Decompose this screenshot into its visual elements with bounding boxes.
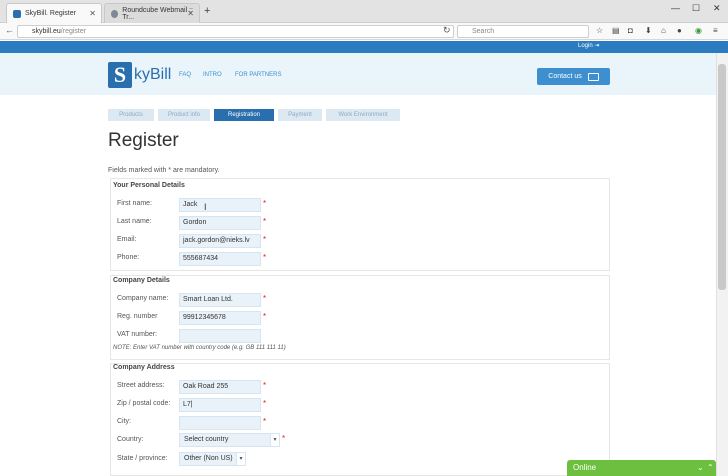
required-mark: * [263, 399, 267, 408]
back-arrow-icon[interactable]: ← [5, 25, 14, 35]
street-address-field[interactable]: Oak Road 255 [179, 380, 261, 394]
new-tab-icon[interactable]: + [204, 5, 210, 17]
skybill-logo[interactable]: S [108, 62, 132, 88]
city-field[interactable] [179, 416, 261, 430]
vat-number-field[interactable] [179, 329, 261, 343]
required-mark: * [263, 417, 267, 426]
company-name-field[interactable]: Smart Loan Ltd. [179, 293, 261, 307]
zip-code-label: Zip / postal code: [117, 400, 171, 407]
browser-nav-bar: ← skybill.eu/register ↻ Search ☆ ▤ ◘ ⬇ ⌂… [0, 23, 728, 40]
text-cursor-icon: I [204, 202, 207, 212]
country-label: Country: [117, 436, 144, 443]
company-address-title: Company Address [113, 364, 175, 371]
chat-label: Online [573, 463, 597, 472]
email-field[interactable]: jack.gordon@nieks.lv [179, 234, 261, 248]
menu-faq[interactable]: FAQ [179, 72, 191, 78]
company-name-label: Company name: [117, 295, 169, 302]
reg-number-label: Reg. number [117, 313, 158, 320]
home-icon[interactable]: ⌂ [661, 26, 666, 35]
pocket-icon[interactable]: ◘ [628, 26, 633, 35]
mail-icon [587, 72, 599, 81]
required-mark: * [263, 312, 267, 321]
extension-icon[interactable]: ● [677, 26, 682, 35]
page-scrollbar-thumb[interactable] [718, 64, 726, 290]
required-mark: * [263, 294, 267, 303]
street-address-label: Street address: [117, 382, 165, 389]
close-window-icon[interactable]: ✕ [713, 3, 721, 14]
contact-us-label: Contact us [548, 73, 582, 80]
browser-tab-bar: SkyBill. Register ✕ Roundcube Webmail ::… [0, 0, 728, 23]
step-payment[interactable]: Payment [278, 109, 322, 121]
reading-list-icon[interactable]: ▤ [612, 26, 620, 35]
required-mark: * [263, 199, 267, 208]
required-mark: * [263, 381, 267, 390]
company-details-title: Company Details [113, 277, 170, 284]
state-province-select[interactable]: Other (Non US) ▾ [179, 452, 246, 466]
mandatory-note: Fields marked with * are mandatory. [108, 167, 220, 174]
step-registration[interactable]: Registration [214, 109, 274, 121]
maximize-window-icon[interactable]: ☐ [692, 3, 700, 14]
chat-minimize-icon[interactable]: ⌄ [697, 460, 704, 476]
site-top-strip: Login ⇥ [0, 41, 728, 53]
vat-number-label: VAT number: [117, 331, 158, 338]
downloads-icon[interactable]: ⬇ [645, 26, 652, 35]
login-link[interactable]: Login ⇥ [578, 42, 599, 49]
contact-us-button[interactable]: Contact us [537, 68, 610, 85]
browser-search-bar[interactable]: Search [457, 25, 589, 38]
url-host: skybill.eu [32, 28, 61, 35]
page-title: Register [108, 130, 179, 151]
reload-icon[interactable]: ↻ [443, 25, 451, 36]
roundcube-favicon-icon [111, 9, 119, 18]
close-tab-icon[interactable]: ✕ [187, 9, 194, 18]
phone-field[interactable]: 555687434 [179, 252, 261, 266]
step-product-info[interactable]: Product info [158, 109, 210, 121]
hamburger-menu-icon[interactable]: ≡ [713, 26, 718, 35]
bookmark-star-icon[interactable]: ☆ [596, 26, 603, 35]
required-mark: * [263, 235, 267, 244]
addon-shield-icon[interactable]: ◉ [695, 26, 702, 35]
last-name-field[interactable]: Gordon [179, 216, 261, 230]
last-name-label: Last name: [117, 218, 152, 225]
browser-tab-skybill[interactable]: SkyBill. Register ✕ [6, 3, 102, 23]
email-label: Email: [117, 236, 137, 243]
url-bar[interactable]: skybill.eu/register [17, 25, 454, 38]
close-tab-icon[interactable]: ✕ [89, 9, 96, 18]
zip-code-value: L7 [183, 401, 191, 408]
url-path: /register [60, 28, 87, 35]
skybill-logo-text[interactable]: kyBill [134, 66, 171, 84]
search-placeholder: Search [472, 28, 495, 35]
phone-label: Phone: [117, 254, 140, 261]
required-mark: * [263, 217, 267, 226]
step-work-environment[interactable]: Work Environment [326, 109, 400, 121]
menu-for-partners[interactable]: FOR PARTNERS [235, 72, 281, 78]
online-chat-widget[interactable]: Online ⌄ ⌃ [567, 460, 716, 476]
browser-tab-roundcube[interactable]: Roundcube Webmail :: Tr... ✕ [104, 3, 200, 23]
chevron-down-icon: ▾ [236, 453, 245, 465]
required-mark: * [282, 434, 286, 443]
menu-intro[interactable]: INTRO [203, 72, 222, 78]
state-province-label: State / province: [117, 455, 168, 462]
chat-expand-icon[interactable]: ⌃ [707, 460, 714, 476]
first-name-label: First name: [117, 200, 153, 207]
country-select[interactable]: Select country ▾ [179, 433, 280, 447]
zip-code-field[interactable]: L7| [179, 398, 261, 412]
minimize-window-icon[interactable]: — [671, 3, 680, 13]
state-select-value: Other (Non US) [184, 455, 233, 462]
first-name-field[interactable]: Jack [179, 198, 261, 212]
vat-note: NOTE: Enter VAT number with country code… [113, 345, 286, 351]
city-label: City: [117, 418, 131, 425]
skybill-favicon-icon [13, 9, 21, 18]
required-mark: * [263, 253, 267, 262]
tab-title: SkyBill. Register [25, 10, 76, 17]
step-products[interactable]: Products [108, 109, 154, 121]
chevron-down-icon: ▾ [270, 434, 279, 446]
reg-number-field[interactable]: 99912345678 [179, 311, 261, 325]
country-select-value: Select country [184, 436, 229, 443]
personal-details-title: Your Personal Details [113, 182, 185, 189]
